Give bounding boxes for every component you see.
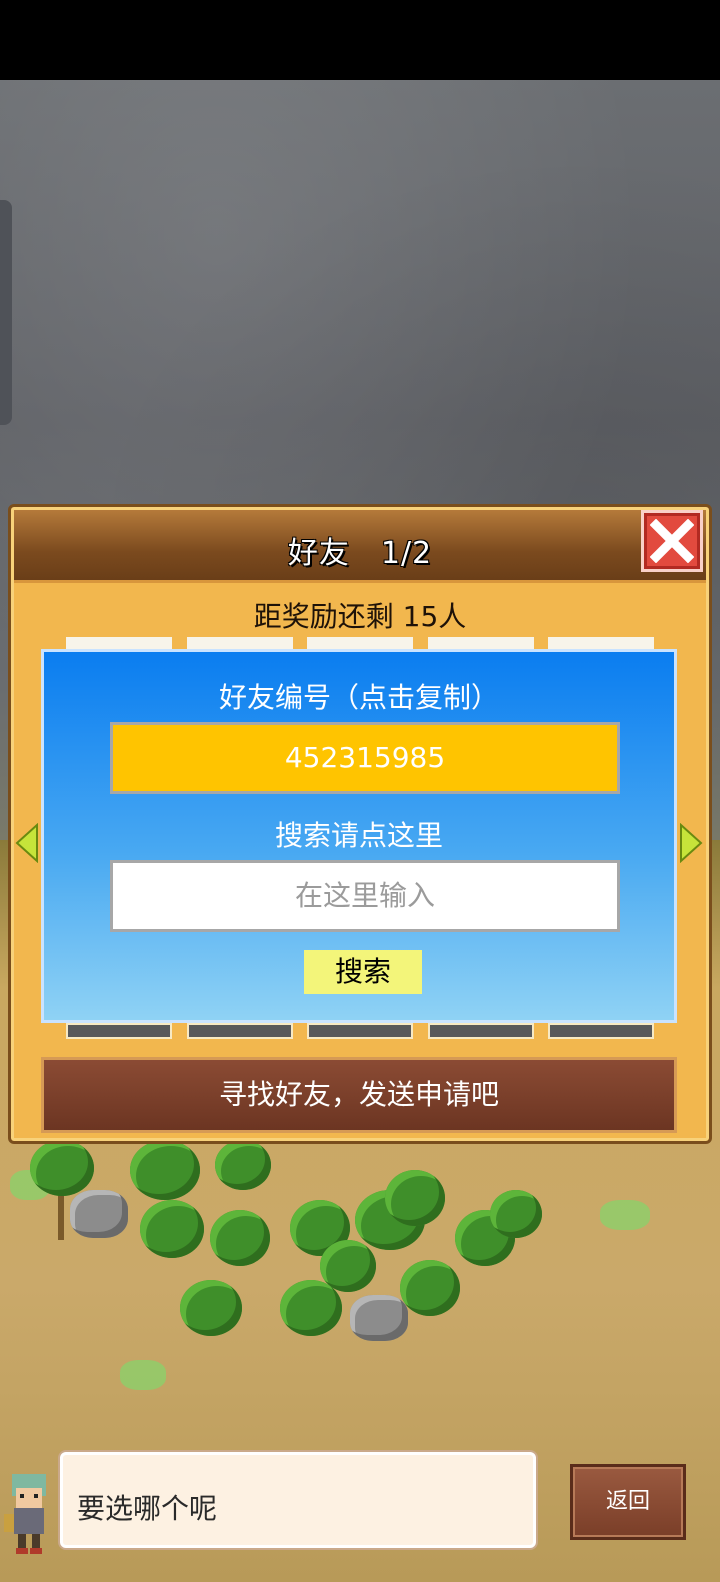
friend-id-copy-button[interactable]: 452315985: [110, 722, 620, 794]
tab-slot[interactable]: [66, 1023, 172, 1039]
tree: [130, 1140, 200, 1200]
rock: [70, 1190, 128, 1238]
tree: [400, 1260, 460, 1316]
friend-search-box: 好友编号（点击复制） 452315985 搜索请点这里 在这里输入 搜索: [41, 649, 677, 1023]
rock: [350, 1295, 408, 1341]
tree: [210, 1210, 270, 1266]
close-icon: [650, 519, 694, 563]
bottom-dialog-area: 要选哪个呢 返回: [0, 1452, 720, 1582]
dialog-box: 要选哪个呢: [60, 1452, 536, 1548]
tree: [140, 1200, 204, 1258]
prev-page-arrow-icon[interactable]: [15, 823, 39, 863]
search-input[interactable]: 在这里输入: [110, 860, 620, 932]
tab-slot[interactable]: [427, 637, 534, 649]
tree: [30, 1140, 94, 1196]
search-label: 搜索请点这里: [274, 819, 443, 852]
panel-header: 好友 1/2: [14, 510, 706, 583]
tab-slot[interactable]: [548, 637, 654, 649]
next-page-arrow-icon[interactable]: [679, 823, 703, 863]
back-button[interactable]: 返回: [570, 1464, 686, 1540]
close-button[interactable]: [641, 510, 703, 572]
friend-id-label: 好友编号（点击复制）: [218, 681, 499, 714]
tree: [385, 1170, 445, 1226]
tree: [490, 1190, 542, 1238]
tab-strip-top: [41, 637, 679, 649]
panel-title: 好友 1/2: [287, 536, 433, 571]
tab-strip-bottom: [41, 1023, 679, 1039]
tree: [280, 1280, 342, 1336]
tab-slot[interactable]: [186, 1023, 293, 1039]
friends-panel: 好友 1/2 距奖励还剩 15人 好友编号（点击复制） 452315985 搜索…: [8, 504, 712, 1144]
tree: [215, 1140, 271, 1190]
tab-slot[interactable]: [186, 637, 293, 649]
tab-slot[interactable]: [66, 637, 172, 649]
tree: [320, 1240, 376, 1292]
status-bar: [0, 0, 720, 80]
tab-slot[interactable]: [548, 1023, 654, 1039]
shrub: [600, 1200, 650, 1230]
search-button[interactable]: 搜索: [304, 950, 422, 994]
side-drawer-handle[interactable]: [0, 200, 12, 425]
reward-remaining-text: 距奖励还剩 15人: [253, 600, 467, 633]
character-avatar: [4, 1474, 46, 1554]
shrub: [120, 1360, 166, 1390]
dialog-text: 要选哪个呢: [77, 1492, 218, 1525]
tab-slot[interactable]: [307, 1023, 413, 1039]
tab-slot[interactable]: [427, 1023, 534, 1039]
tree: [180, 1280, 242, 1336]
send-request-banner: 寻找好友，发送申请吧: [41, 1057, 677, 1133]
tab-slot[interactable]: [307, 637, 413, 649]
